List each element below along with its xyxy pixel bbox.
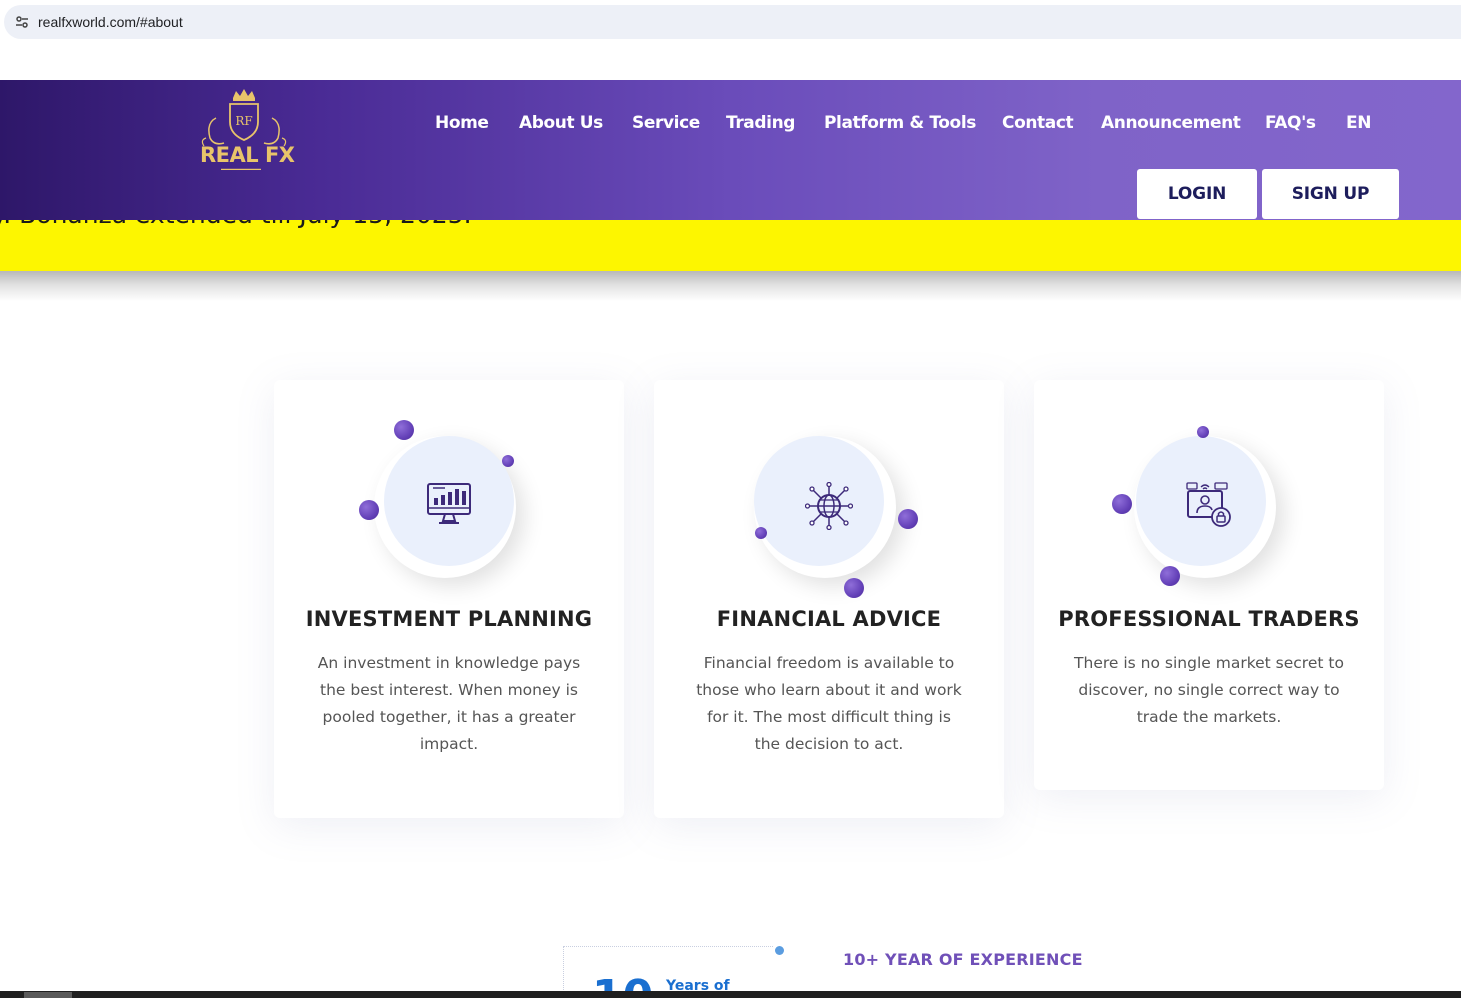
card-text-line: pooled together, it has a greater	[322, 708, 576, 726]
decor-dot	[502, 455, 514, 467]
globe-network-icon	[805, 482, 853, 530]
horizontal-scrollbar[interactable]	[0, 991, 1461, 998]
card-text-line: There is no single market secret to	[1074, 654, 1344, 672]
decor-dot	[898, 509, 918, 529]
card-description: An investment in knowledge pays the best…	[314, 650, 584, 758]
decor-dot	[755, 527, 767, 539]
nav-home[interactable]: Home	[435, 113, 489, 133]
nav-announcement[interactable]: Announcement	[1101, 113, 1241, 133]
site-settings-icon[interactable]	[14, 14, 30, 30]
nav-contact[interactable]: Contact	[1002, 113, 1074, 133]
card-text-line: An investment in knowledge pays	[317, 654, 581, 672]
decor-dot	[394, 420, 414, 440]
card-icon-area	[1034, 380, 1384, 610]
card-description: There is no single market secret to disc…	[1074, 650, 1344, 731]
card-text-line: discover, no single correct way to	[1078, 681, 1340, 699]
decor-dot	[775, 946, 784, 955]
card-title: INVESTMENT PLANNING	[305, 607, 593, 631]
card-title: FINANCIAL ADVICE	[716, 607, 942, 631]
decor-dot	[1112, 494, 1132, 514]
card-text-line: those who learn about it and work	[696, 681, 962, 699]
nav-about-us[interactable]: About Us	[519, 113, 603, 133]
url-text[interactable]: realfxworld.com/#about	[38, 13, 183, 31]
nav-service[interactable]: Service	[632, 113, 700, 133]
decor-dot	[359, 500, 379, 520]
address-pill[interactable]: realfxworld.com/#about	[4, 5, 1461, 39]
feature-card-professional-traders: PROFESSIONAL TRADERS There is no single …	[1034, 380, 1384, 790]
decor-dot	[1197, 426, 1209, 438]
card-text-line: for it. The most difficult thing is	[707, 708, 951, 726]
card-title: PROFESSIONAL TRADERS	[1058, 607, 1360, 631]
decor-dot	[844, 578, 864, 598]
nav-platform-tools[interactable]: Platform & Tools	[824, 113, 976, 133]
nav-language-en[interactable]: EN	[1346, 113, 1371, 133]
card-icon-area	[654, 380, 1004, 610]
nav-faqs[interactable]: FAQ's	[1265, 113, 1316, 133]
card-text-line: the best interest. When money is	[320, 681, 578, 699]
logo-tagline-mark: ▬▬▬▬▬▬▬▬▬▬	[221, 166, 261, 171]
signup-button[interactable]: SIGN UP	[1262, 169, 1399, 219]
feature-card-financial-advice: FINANCIAL ADVICE Financial freedom is av…	[654, 380, 1004, 818]
browser-address-bar: realfxworld.com/#about	[0, 0, 1461, 44]
scrollbar-thumb[interactable]	[24, 992, 72, 998]
marquee-shadow	[0, 271, 1461, 301]
card-text-line: impact.	[419, 735, 479, 753]
card-text-line: trade the markets.	[1136, 708, 1282, 726]
logo-monogram: RF	[235, 114, 252, 128]
experience-heading: 10+ YEAR OF EXPERIENCE	[843, 950, 1083, 969]
card-icon-area	[274, 380, 624, 610]
feature-card-investment-planning: INVESTMENT PLANNING An investment in kno…	[274, 380, 624, 818]
nav-trading[interactable]: Trading	[726, 113, 795, 133]
decor-dot	[1160, 566, 1180, 586]
site-header: RF REAL FX ▬▬▬▬▬▬▬▬▬▬ Home About Us Serv…	[0, 80, 1461, 220]
secure-trader-icon	[1186, 482, 1231, 527]
card-text-line: the decision to act.	[754, 735, 904, 753]
page: realfxworld.com/#about RF REAL FX ▬▬▬▬▬▬…	[0, 0, 1461, 998]
card-description: Financial freedom is available to those …	[694, 650, 964, 758]
card-text-line: Financial freedom is available to	[703, 654, 955, 672]
login-button[interactable]: LOGIN	[1137, 169, 1257, 219]
logo-name[interactable]: REAL FX	[200, 143, 295, 167]
monitor-chart-icon	[427, 483, 471, 524]
